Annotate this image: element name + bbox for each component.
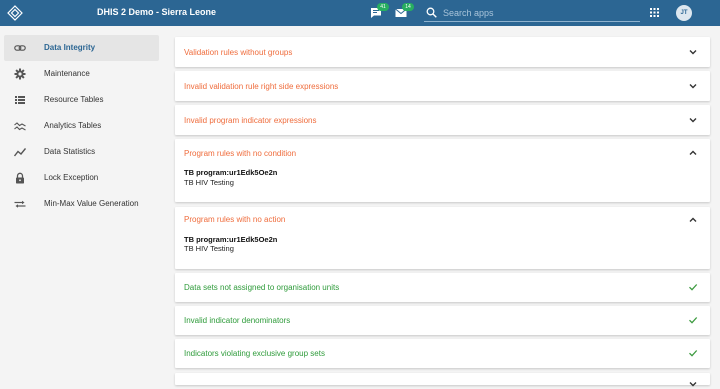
lock-icon <box>16 172 24 184</box>
sidebar-item-label: Data Integrity <box>44 43 96 52</box>
check-card-indicators-violating-exclusive-group-sets[interactable]: Indicators violating exclusive group set… <box>175 339 710 368</box>
sidebar-item-resource-tables[interactable]: Resource Tables <box>4 87 159 113</box>
messages-count-badge: 14 <box>402 3 414 11</box>
check-card-invalid-indicator-denominators[interactable]: Invalid indicator denominators <box>175 306 710 335</box>
sidebar-item-lock-exception[interactable]: Lock Exception <box>4 165 159 191</box>
list-icon <box>15 96 25 104</box>
sidebar-item-label: Maintenance <box>44 69 90 78</box>
sidebar-item-label: Lock Exception <box>44 173 99 182</box>
sidebar-item-data-statistics[interactable]: Data Statistics <box>4 139 159 165</box>
search-icon <box>426 7 437 18</box>
chevron-down-icon[interactable] <box>688 379 698 389</box>
check-icon <box>689 350 698 357</box>
check-card-program-rules-no-condition[interactable]: Program rules with no condition TB progr… <box>175 139 710 202</box>
dhis2-logo-icon[interactable] <box>7 5 23 21</box>
search-apps-input[interactable] <box>443 5 638 20</box>
issue-element-code: TB program:ur1Edk5Oe2n <box>184 235 278 244</box>
top-header-bar: DHIS 2 Demo - Sierra Leone 41 14 JT <box>0 0 720 26</box>
check-title: Validation rules without groups <box>184 48 293 57</box>
sidebar-item-analytics-tables[interactable]: Analytics Tables <box>4 113 159 139</box>
check-card-invalid-program-indicator-expressions[interactable]: Invalid program indicator expressions <box>175 105 710 135</box>
sidebar: Data Integrity Maintenance Resource Tabl… <box>0 26 165 385</box>
check-card-invalid-validation-rule-right-side[interactable]: Invalid validation rule right side expre… <box>175 71 710 101</box>
check-title: Indicators violating exclusive group set… <box>184 349 325 358</box>
check-card-program-rules-no-action[interactable]: Program rules with no action TB program:… <box>175 207 710 269</box>
check-title: Invalid program indicator expressions <box>184 116 317 125</box>
check-title: Program rules with no action <box>184 215 286 224</box>
search-apps-box <box>424 5 640 22</box>
sidebar-item-label: Resource Tables <box>44 95 104 104</box>
sidebar-item-data-integrity[interactable]: Data Integrity <box>4 35 159 61</box>
issue-element-name: TB HIV Testing <box>184 178 234 187</box>
sidebar-item-label: Analytics Tables <box>44 121 102 130</box>
check-title: Invalid indicator denominators <box>184 316 291 325</box>
check-title: Data sets not assigned to organisation u… <box>184 283 340 292</box>
chevron-down-icon[interactable] <box>688 47 698 57</box>
user-avatar[interactable]: JT <box>676 5 692 21</box>
sidebar-item-maintenance[interactable]: Maintenance <box>4 61 159 87</box>
sidebar-item-min-max-value-generation[interactable]: Min-Max Value Generation <box>4 191 159 217</box>
sidebar-item-label: Min-Max Value Generation <box>44 199 139 208</box>
apps-grid-icon[interactable] <box>650 8 659 17</box>
chevron-up-icon[interactable] <box>688 215 698 225</box>
check-card-data-sets-not-assigned[interactable]: Data sets not assigned to organisation u… <box>175 273 710 302</box>
check-card-partially-visible[interactable] <box>175 373 710 387</box>
sidebar-item-label: Data Statistics <box>44 147 96 156</box>
gear-icon <box>14 68 26 80</box>
chart-line-icon <box>14 148 26 157</box>
check-icon <box>689 317 698 324</box>
check-card-validation-rules-without-groups[interactable]: Validation rules without groups <box>175 37 710 67</box>
chevron-up-icon[interactable] <box>688 148 698 158</box>
issue-element-name: TB HIV Testing <box>184 244 234 253</box>
check-title: Program rules with no condition <box>184 149 297 158</box>
compare-arrows-icon <box>14 200 26 208</box>
interpretations-count-badge: 41 <box>377 3 389 11</box>
check-icon <box>689 284 698 291</box>
issue-element-code: TB program:ur1Edk5Oe2n <box>184 168 278 177</box>
chevron-down-icon[interactable] <box>688 81 698 91</box>
instance-title: DHIS 2 Demo - Sierra Leone <box>97 7 217 17</box>
chevron-down-icon[interactable] <box>688 115 698 125</box>
link-icon <box>14 45 26 51</box>
check-title: Invalid validation rule right side expre… <box>184 82 339 91</box>
trending-icon <box>14 122 26 131</box>
